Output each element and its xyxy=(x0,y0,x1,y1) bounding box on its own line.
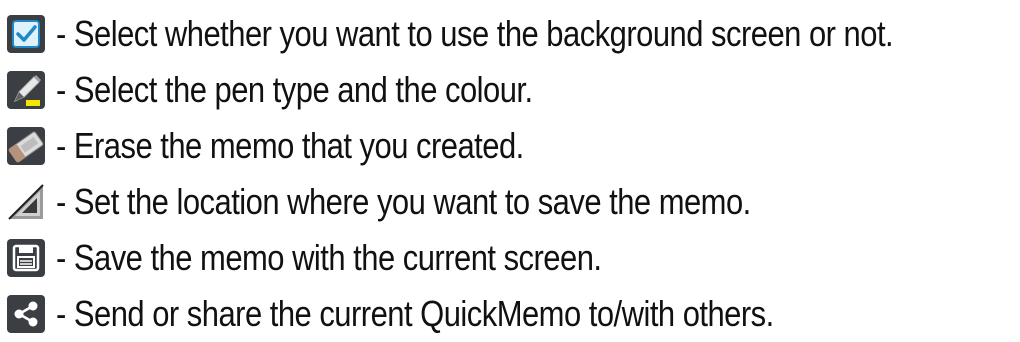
legend-item-eraser: - Erase the memo that you created. xyxy=(6,118,1016,174)
pen-icon xyxy=(6,70,46,110)
legend-item-pen: - Select the pen type and the colour. xyxy=(6,62,1016,118)
legend-text-location: - Set the location where you want to sav… xyxy=(56,181,751,222)
legend-item-save: - Save the memo with the current screen. xyxy=(6,230,1016,286)
legend-item-share: - Send or share the current QuickMemo to… xyxy=(6,286,1016,342)
background-toggle-icon xyxy=(6,14,46,54)
legend-item-location: - Set the location where you want to sav… xyxy=(6,174,1016,230)
legend-text-share: - Send or share the current QuickMemo to… xyxy=(56,293,774,334)
quickmemo-toolbar-legend: - Select whether you want to use the bac… xyxy=(6,6,1016,342)
legend-item-background: - Select whether you want to use the bac… xyxy=(6,6,1016,62)
legend-text-save: - Save the memo with the current screen. xyxy=(56,237,602,278)
legend-text-eraser: - Erase the memo that you created. xyxy=(56,125,524,166)
legend-text-background: - Select whether you want to use the bac… xyxy=(56,13,894,54)
eraser-icon xyxy=(6,126,46,166)
legend-text-pen: - Select the pen type and the colour. xyxy=(56,69,533,110)
share-icon xyxy=(6,294,46,334)
crop-location-icon xyxy=(6,182,46,222)
save-icon xyxy=(6,238,46,278)
